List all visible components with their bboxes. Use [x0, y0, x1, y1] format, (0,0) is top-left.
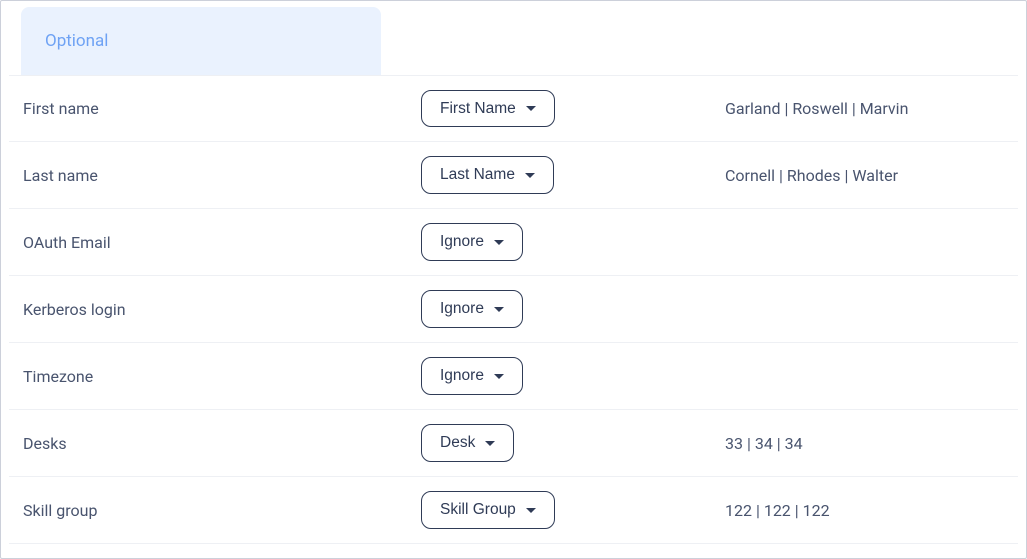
row-kerberos-login: Kerberos login Ignore — [9, 276, 1018, 343]
row-first-name: First name First Name Garland | Roswell … — [9, 75, 1018, 142]
kerberos-login-select[interactable]: Ignore — [421, 290, 523, 328]
chevron-down-icon — [494, 374, 504, 379]
field-label: Desks — [21, 434, 421, 453]
chevron-down-icon — [526, 106, 536, 111]
tab-bar: Optional — [1, 1, 1026, 75]
field-label: Skill group — [21, 501, 421, 520]
field-label: First name — [21, 99, 421, 118]
tab-optional-label: Optional — [45, 31, 108, 51]
row-skill-group: Skill group Skill Group 122 | 122 | 122 — [9, 477, 1018, 544]
select-value: Skill Group — [440, 502, 516, 518]
field-label: Kerberos login — [21, 300, 421, 319]
row-desks: Desks Desk 33 | 34 | 34 — [9, 410, 1018, 477]
chevron-down-icon — [494, 240, 504, 245]
field-label: OAuth Email — [21, 233, 421, 252]
oauth-email-select[interactable]: Ignore — [421, 223, 523, 261]
select-value: Ignore — [440, 234, 484, 250]
row-timezone: Timezone Ignore — [9, 343, 1018, 410]
mapping-rows: First name First Name Garland | Roswell … — [1, 75, 1026, 544]
chevron-down-icon — [526, 508, 536, 513]
first-name-select[interactable]: First Name — [421, 90, 555, 128]
sample-values: Cornell | Rhodes | Walter — [721, 166, 1006, 185]
skill-group-select[interactable]: Skill Group — [421, 491, 555, 529]
sample-values: 122 | 122 | 122 — [721, 501, 1006, 520]
desks-select[interactable]: Desk — [421, 424, 514, 462]
row-oauth-email: OAuth Email Ignore — [9, 209, 1018, 276]
sample-values: Garland | Roswell | Marvin — [721, 99, 1006, 118]
field-label: Last name — [21, 166, 421, 185]
mapping-panel: Optional First name First Name Garland |… — [0, 0, 1027, 559]
field-label: Timezone — [21, 367, 421, 386]
timezone-select[interactable]: Ignore — [421, 357, 523, 395]
select-value: Ignore — [440, 301, 484, 317]
chevron-down-icon — [494, 307, 504, 312]
select-value: Desk — [440, 435, 475, 451]
select-value: Last Name — [440, 167, 515, 183]
chevron-down-icon — [485, 441, 495, 446]
select-value: Ignore — [440, 368, 484, 384]
last-name-select[interactable]: Last Name — [421, 156, 554, 194]
chevron-down-icon — [525, 173, 535, 178]
select-value: First Name — [440, 101, 516, 117]
row-last-name: Last name Last Name Cornell | Rhodes | W… — [9, 142, 1018, 209]
sample-values: 33 | 34 | 34 — [721, 434, 1006, 453]
tab-optional[interactable]: Optional — [21, 7, 381, 75]
